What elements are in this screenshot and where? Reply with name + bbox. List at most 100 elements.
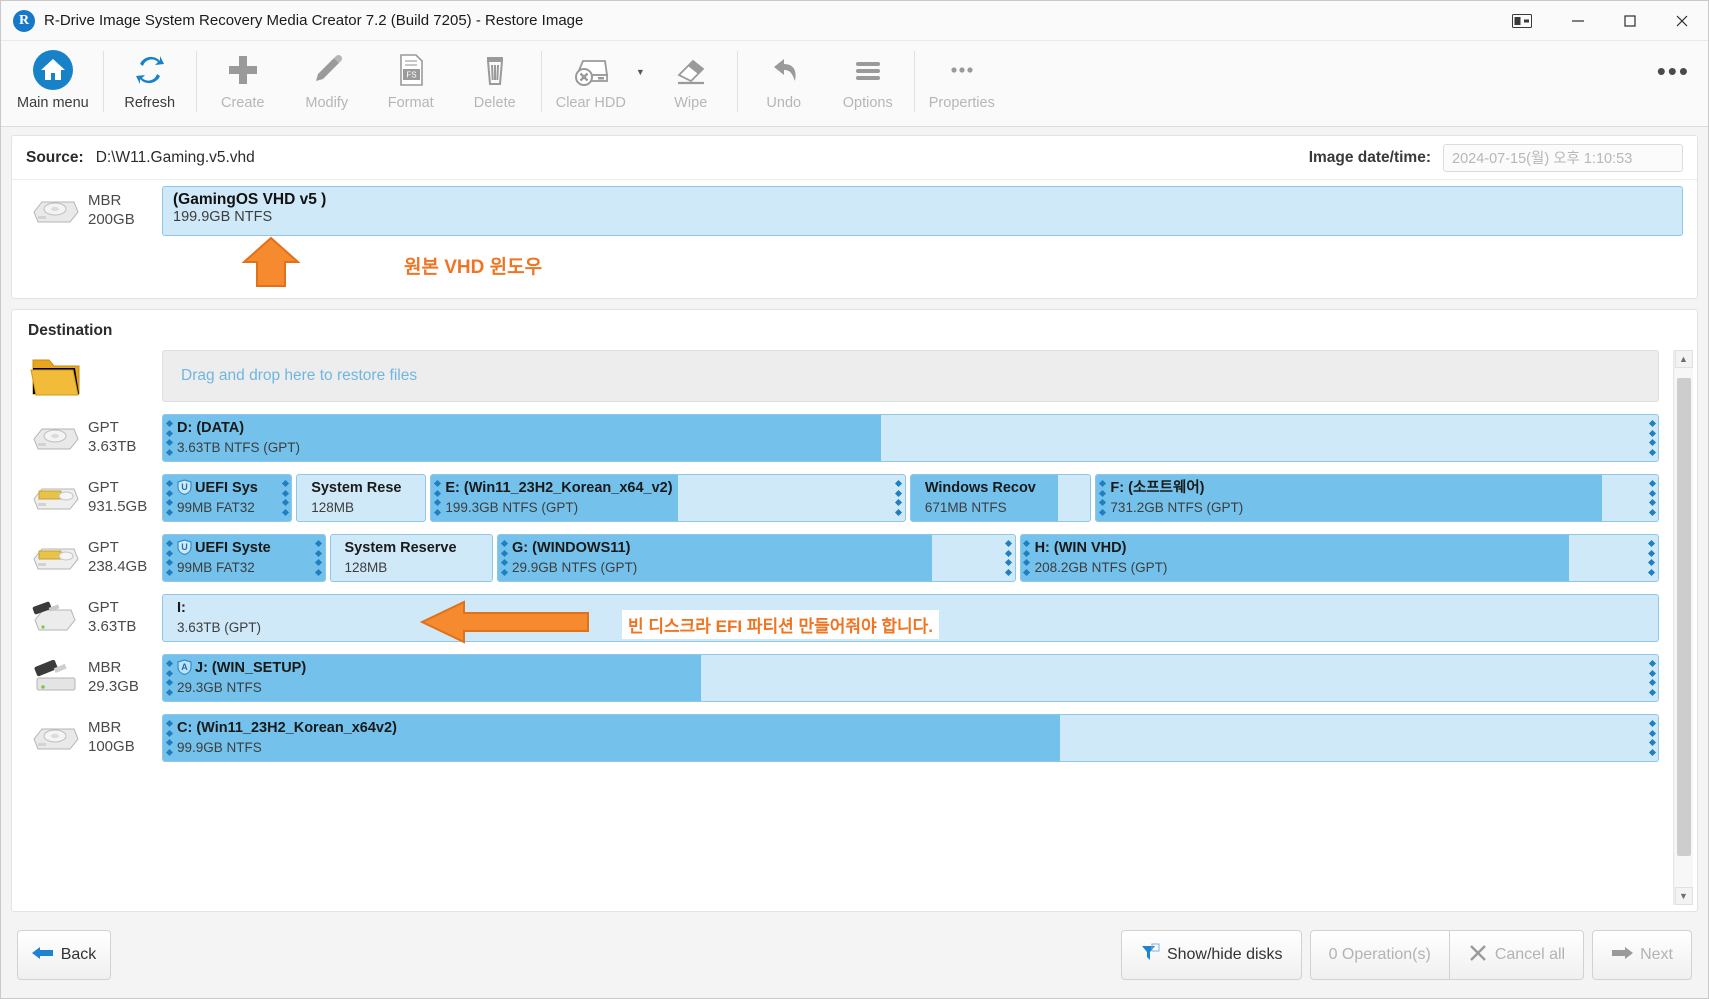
disk-scheme: GPT (88, 479, 119, 497)
toolbar-create[interactable]: Create (201, 41, 285, 126)
operations-count-button[interactable]: 0 Operation(s) (1309, 930, 1450, 980)
resize-handle-right[interactable] (895, 479, 903, 517)
dropzone[interactable]: Drag and drop here to restore files (162, 350, 1659, 402)
resize-handle-right[interactable] (314, 539, 323, 577)
toolbar-format[interactable]: FS Format (369, 41, 453, 126)
close-x-icon (1468, 943, 1488, 968)
resize-handle-left[interactable] (1023, 539, 1031, 577)
scroll-down-button[interactable]: ▼ (1674, 887, 1693, 905)
destination-scrollbar[interactable]: ▲ ▼ (1673, 350, 1693, 905)
destination-disk-row[interactable]: MBR 29.3GB A J: (WIN_SETUP) 29.3GB NTFS (12, 648, 1673, 708)
chevron-down-icon[interactable]: ▼ (636, 41, 649, 126)
destination-disk-row[interactable]: MBR 100GB C: (Win11_23H2_Korean_x64v2) 99.9… (12, 708, 1673, 768)
partition[interactable]: H: (WIN VHD) 208.2GB NTFS (GPT) (1019, 534, 1659, 582)
toolbar-refresh[interactable]: Refresh (108, 41, 192, 126)
toolbar-main-menu[interactable]: Main menu (7, 41, 99, 126)
partition[interactable]: E: (Win11_23H2_Korean_x64_v2) 199.3GB NTF… (430, 474, 906, 522)
toolbar-separator (736, 51, 738, 112)
partition[interactable]: System Reserve 128MB (329, 534, 494, 582)
filter-icon (1140, 943, 1160, 968)
partition[interactable]: F: (소프트웨어) 731.2GB NTFS (GPT) (1095, 474, 1659, 522)
ellipsis-icon (943, 47, 981, 93)
scrollbar-thumb[interactable] (1676, 378, 1691, 856)
toolbar-undo-label: Undo (766, 95, 802, 111)
partition[interactable]: System Rese 128MB (296, 474, 427, 522)
resize-handle-right[interactable] (1648, 419, 1656, 457)
partition[interactable]: A J: (WIN_SETUP) 29.3GB NTFS (162, 654, 1659, 702)
partition-title: U UEFI Sys (177, 479, 287, 499)
format-fs-icon: FS (392, 47, 430, 93)
resize-handle-right[interactable] (1648, 539, 1656, 577)
source-annotation-text: 원본 VHD 윈도우 (404, 257, 543, 278)
disk-size: 3.63TB (88, 438, 137, 455)
resize-handle-left[interactable] (433, 479, 441, 517)
toolbar-options[interactable]: Options (826, 41, 910, 126)
resize-handle-right[interactable] (1648, 659, 1656, 697)
content-area: Source: D:\W11.Gaming.v5.vhd Image date/… (1, 127, 1708, 912)
toolbar-clear-hdd[interactable]: Clear HDD (546, 41, 636, 126)
toolbar-wipe[interactable]: Wipe (649, 41, 733, 126)
resize-handle-left[interactable] (165, 479, 173, 517)
resize-handle-left[interactable] (165, 659, 173, 697)
scrollbar-track[interactable] (1674, 368, 1693, 887)
toolbar-modify[interactable]: Modify (285, 41, 369, 126)
resize-handle-right[interactable] (281, 479, 289, 517)
resize-handle-left[interactable] (500, 539, 508, 577)
toolbar-delete[interactable]: Delete (453, 41, 537, 126)
resize-handle-right[interactable] (1648, 719, 1656, 757)
partition-title: I: (177, 600, 186, 617)
close-button[interactable] (1656, 1, 1708, 40)
destination-disk-row[interactable]: GPT 3.63TB I: 3.63TB (GPT) 빈 디스크라 EFI 파티션 만들… (12, 588, 1673, 648)
next-button[interactable]: Next (1592, 930, 1692, 980)
toolbar-properties[interactable]: Properties (919, 41, 1005, 126)
toolbar-create-label: Create (220, 95, 265, 111)
partition-sub: 99MB FAT32 (177, 559, 255, 575)
toolbar-undo[interactable]: Undo (742, 41, 826, 126)
resize-handle-right[interactable] (1648, 479, 1656, 517)
cancel-all-button[interactable]: Cancel all (1448, 930, 1585, 980)
eraser-icon (671, 47, 711, 93)
maximize-button[interactable] (1604, 1, 1656, 40)
partition[interactable]: U UEFI Syste 99MB FAT32 (162, 534, 326, 582)
resize-handle-left[interactable] (165, 539, 173, 577)
hdd-gold-icon (24, 481, 88, 515)
partition-sub: 29.3GB NTFS (177, 679, 262, 695)
dropzone-row[interactable]: Drag and drop here to restore files (12, 344, 1673, 408)
destination-disk-row[interactable]: GPT 931.5GB U UEFI Sys 99MB FAT32 System Rese… (12, 468, 1673, 528)
next-arrow-icon (1611, 945, 1634, 966)
resize-handle-left[interactable] (165, 719, 173, 757)
scroll-up-button[interactable]: ▲ (1674, 350, 1693, 368)
resize-handle-left[interactable] (165, 419, 173, 457)
partition-sub: 99MB FAT32 (177, 499, 255, 515)
partition-sub: 208.2GB NTFS (GPT) (1034, 559, 1168, 575)
partition[interactable]: C: (Win11_23H2_Korean_x64v2) 99.9GB NTFS (162, 714, 1659, 762)
toolbar-overflow-button[interactable]: ••• (1657, 41, 1708, 126)
partition[interactable]: I: 3.63TB (GPT) (162, 594, 1659, 642)
partition[interactable]: G: (WINDOWS11) 29.9GB NTFS (GPT) (497, 534, 1016, 582)
show-hide-disks-button[interactable]: Show/hide disks (1120, 930, 1302, 980)
refresh-icon (130, 47, 170, 93)
disk-partition-bar: D: (DATA) 3.63TB NTFS (GPT) (162, 414, 1659, 462)
folder-icon (24, 352, 88, 400)
back-button[interactable]: Back (17, 930, 111, 980)
resize-handle-left[interactable] (1098, 479, 1106, 517)
home-icon (32, 47, 74, 93)
destination-disk-row[interactable]: GPT 238.4GB U UEFI Syste 99MB FAT32 System Re… (12, 528, 1673, 588)
source-disk-row[interactable]: MBR 200GB (GamingOS VHD v5 ) 199.9GB NTF… (12, 180, 1697, 242)
minimize-button[interactable] (1552, 1, 1604, 40)
undo-arrow-icon (764, 47, 804, 93)
disk-meta: GPT 3.63TB (88, 599, 162, 637)
partition[interactable]: Windows Recov 671MB NTFS (909, 474, 1092, 522)
svg-text:U: U (181, 482, 188, 492)
partition[interactable]: U UEFI Sys 99MB FAT32 (162, 474, 293, 522)
source-partition[interactable]: (GamingOS VHD v5 ) 199.9GB NTFS (162, 186, 1683, 236)
partition[interactable]: D: (DATA) 3.63TB NTFS (GPT) (162, 414, 1659, 462)
resize-handle-right[interactable] (1005, 539, 1013, 577)
partition-sub: 731.2GB NTFS (GPT) (1110, 499, 1244, 515)
uefi-shield-icon: U (177, 479, 192, 496)
window-restore-icon[interactable] (1492, 1, 1552, 40)
toolbar-modify-label: Modify (305, 95, 349, 111)
destination-disk-row[interactable]: GPT 3.63TB D: (DATA) 3.63TB NTFS (GPT) (12, 408, 1673, 468)
disk-meta: GPT 931.5GB (88, 479, 162, 517)
